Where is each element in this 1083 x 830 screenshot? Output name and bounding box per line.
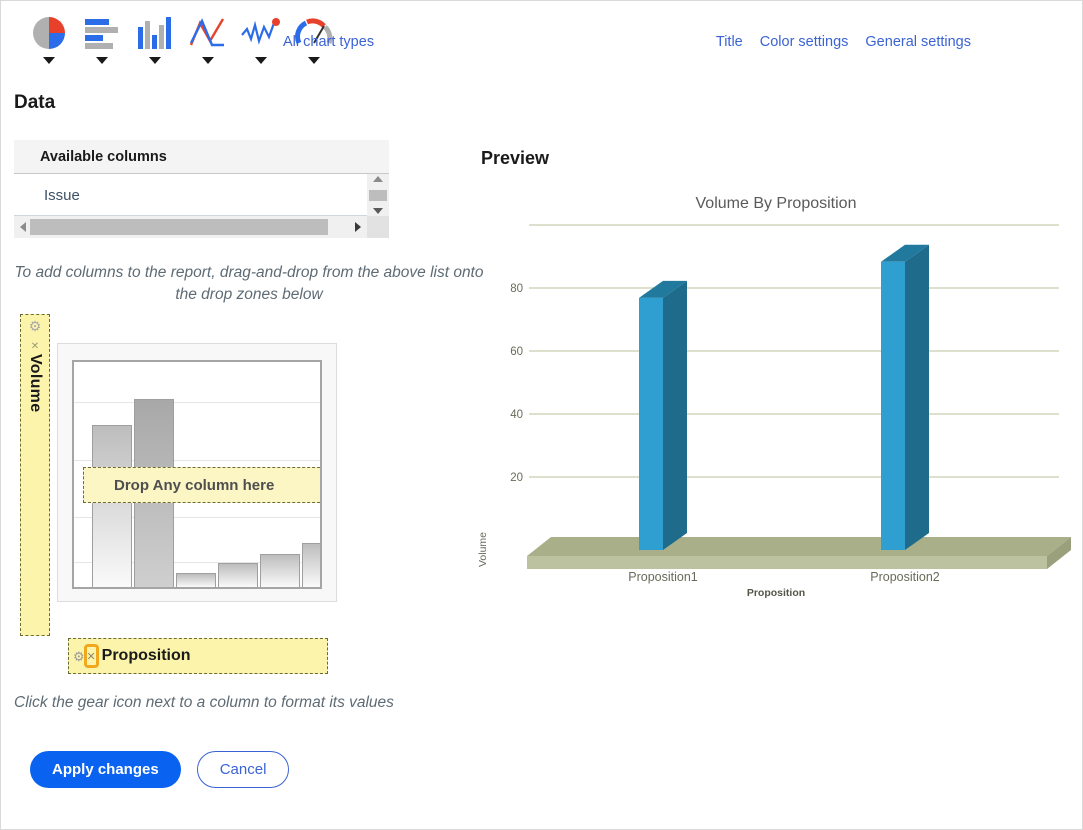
line-chart-type-button[interactable] [181, 12, 234, 64]
chevron-down-icon[interactable] [148, 57, 161, 64]
chart-thumbnail-preview: Drop Any column here [57, 343, 337, 602]
gear-icon-hint: Click the gear icon next to a column to … [14, 694, 394, 711]
thumb-bar [260, 554, 300, 587]
spline-chart-type-button[interactable] [234, 12, 287, 64]
page-title: Data [14, 92, 56, 113]
vertical-scroll-thumb[interactable] [369, 189, 387, 201]
value-column-label: Volume [27, 354, 44, 413]
chevron-down-icon[interactable] [42, 57, 55, 64]
thumbnail-plot-area: Drop Any column here [72, 360, 322, 589]
x-axis-title: Proposition [746, 587, 806, 599]
xtick-label-2: Proposition2 [870, 570, 940, 584]
close-icon[interactable]: ✕ [31, 341, 39, 352]
bar-proposition2 [881, 244, 929, 551]
thumb-bar [302, 543, 320, 587]
apply-changes-button[interactable]: Apply changes [30, 751, 181, 788]
ytick-label-80: 80 [510, 283, 523, 295]
series-drop-zone[interactable]: Drop Any column here [83, 467, 320, 503]
chevron-down-icon[interactable] [254, 57, 267, 64]
scroll-up-icon[interactable] [373, 176, 383, 182]
line-chart-icon [188, 12, 228, 54]
ytick-label-40: 40 [510, 409, 523, 421]
title-settings-link[interactable]: Title [716, 34, 743, 50]
available-columns-panel: Available columns Issue [14, 140, 389, 238]
chart-floor [527, 537, 1071, 569]
chart-preview: Volume By Proposition 80 60 40 20 Propos… [477, 185, 1071, 615]
preview-heading: Preview [481, 148, 550, 168]
remove-column-button[interactable]: ✕ [83, 644, 99, 668]
horizontal-scrollbar[interactable] [14, 216, 389, 238]
bar-chart-icon [83, 12, 121, 54]
category-column-label: Proposition [101, 647, 191, 664]
scroll-right-icon[interactable] [355, 222, 361, 232]
chevron-down-icon[interactable] [307, 57, 320, 64]
available-columns-header: Available columns [14, 140, 389, 174]
pie-chart-type-button[interactable] [22, 12, 75, 64]
settings-links: Title Color settings General settings [716, 34, 971, 50]
thumb-bar [92, 425, 132, 587]
drag-drop-hint: To add columns to the report, drag-and-d… [14, 264, 484, 303]
column-chart-icon [136, 12, 174, 54]
thumb-bar [218, 563, 258, 587]
ytick-label-20: 20 [510, 472, 523, 484]
bar-chart-type-button[interactable] [75, 12, 128, 64]
available-columns-list: Issue [14, 174, 389, 216]
general-settings-link[interactable]: General settings [865, 34, 971, 50]
scroll-left-icon[interactable] [20, 222, 26, 232]
gear-icon[interactable]: ⚙ [29, 319, 42, 333]
thumb-gridline [74, 402, 320, 403]
color-settings-link[interactable]: Color settings [760, 34, 849, 50]
chevron-down-icon[interactable] [95, 57, 108, 64]
category-axis-drop-zone[interactable]: ⚙ ✕ Proposition [68, 638, 328, 674]
list-item[interactable]: Issue [14, 174, 389, 216]
action-buttons: Apply changes Cancel [30, 751, 290, 788]
column-chart-type-button[interactable] [128, 12, 181, 64]
chevron-down-icon[interactable] [201, 57, 214, 64]
xtick-label-1: Proposition1 [628, 570, 698, 584]
bar-proposition1 [639, 280, 687, 550]
scroll-down-icon[interactable] [373, 208, 383, 214]
ytick-label-60: 60 [510, 346, 523, 358]
y-axis-title: Volume [477, 531, 489, 567]
close-icon: ✕ [86, 650, 96, 663]
thumb-bar [176, 573, 216, 587]
pie-chart-icon [31, 12, 67, 54]
gear-icon[interactable]: ⚙ [73, 650, 85, 663]
chart-type-toolbar: All chart types Title Color settings Gen… [0, 0, 1083, 74]
spline-chart-icon [240, 12, 282, 54]
cancel-button[interactable]: Cancel [196, 751, 290, 788]
chart-svg: 80 60 40 20 Proposition1 Proposition2 [510, 224, 1071, 584]
scrollbar-corner [367, 216, 389, 238]
vertical-scrollbar[interactable] [367, 174, 389, 216]
horizontal-scroll-thumb[interactable] [30, 219, 328, 235]
value-axis-drop-zone[interactable]: ⚙ ✕ Volume [20, 314, 50, 636]
all-chart-types-link[interactable]: All chart types [283, 34, 374, 50]
